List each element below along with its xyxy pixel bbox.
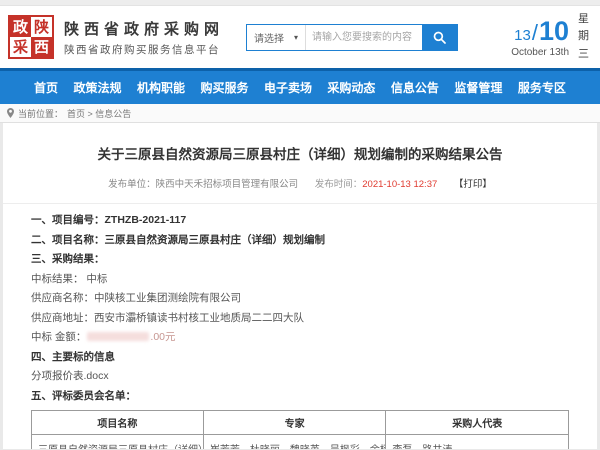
header-project-name: 项目名称 — [32, 411, 204, 435]
date-numeric: 13 / 10 — [511, 16, 569, 47]
logo-char: 政 — [10, 17, 31, 37]
publish-time-label: 发布时间： — [315, 179, 363, 190]
weekday-label: 星期三 — [577, 11, 590, 62]
breadcrumb-path[interactable]: 首页 > 信息公告 — [67, 107, 131, 120]
nav-item-functions[interactable]: 机构职能 — [137, 79, 185, 96]
attachment-link[interactable]: 分项报价表.docx — [31, 371, 569, 382]
search-icon — [433, 31, 446, 44]
nav-item-home[interactable]: 首页 — [34, 79, 58, 96]
nav-item-e-market[interactable]: 电子卖场 — [264, 79, 312, 96]
search-button[interactable] — [422, 25, 457, 50]
nav-item-service-zone[interactable]: 服务专区 — [518, 79, 566, 96]
header-experts: 专家 — [203, 411, 386, 435]
date-english: October 13th — [511, 47, 569, 58]
site-header: 政 陕 采 西 陕西省政府采购网 陕西省政府购买服务信息平台 请选择 ▾ 13 … — [0, 6, 600, 68]
search-input[interactable] — [306, 25, 422, 50]
nav-item-procurement-news[interactable]: 采购动态 — [327, 79, 375, 96]
section-result-heading: 三、采购结果： — [31, 254, 569, 265]
publisher-value: 陕西中天禾招标项目管理有限公司 — [156, 179, 299, 190]
search-bar: 请选择 ▾ — [246, 24, 458, 51]
print-button[interactable]: 【打印】 — [454, 179, 492, 190]
date-separator: / — [532, 20, 538, 46]
publish-time-value: 2021-10-13 12:37 — [362, 179, 437, 190]
supplier-address-line: 供应商地址：西安市灞桥镇读书村核工业地质局二二四大队 — [31, 313, 569, 324]
logo-char: 采 — [10, 37, 31, 57]
date-numbers-block: 13 / 10 October 13th — [511, 16, 569, 58]
caret-down-icon: ▾ — [294, 33, 298, 42]
header-buyer-reps: 采购人代表 — [386, 411, 569, 435]
main-nav: 首页 政策法规 机构职能 购买服务 电子卖场 采购动态 信息公告 监督管理 服务… — [0, 68, 600, 104]
table-header-row: 项目名称 专家 采购人代表 — [32, 411, 569, 435]
nav-item-supervision[interactable]: 监督管理 — [454, 79, 502, 96]
section-subject-heading: 四、主要标的信息 — [31, 352, 569, 363]
breadcrumb: 当前位置： 首页 > 信息公告 — [0, 104, 600, 123]
logo-char: 西 — [31, 37, 52, 57]
location-pin-icon — [7, 108, 14, 118]
bid-result-line: 中标结果： 中标 — [31, 274, 569, 285]
site-logo[interactable]: 政 陕 采 西 — [8, 15, 54, 59]
section-project-name: 二、项目名称：三原县自然资源局三原县村庄（详细）规划编制 — [31, 235, 569, 246]
main-content-area: 关于三原县自然资源局三原县村庄（详细）规划编制的采购结果公告 发布单位：陕西中天… — [0, 123, 600, 449]
section-project-number: 一、项目编号：ZTHZB-2021-117 — [31, 215, 569, 226]
nav-item-purchase-services[interactable]: 购买服务 — [200, 79, 248, 96]
article-header: 关于三原县自然资源局三原县村庄（详细）规划编制的采购结果公告 发布单位：陕西中天… — [3, 123, 597, 204]
page-title: 关于三原县自然资源局三原县村庄（详细）规划编制的采购结果公告 — [23, 143, 577, 163]
publisher-label: 发布单位： — [108, 179, 156, 190]
committee-table: 项目名称 专家 采购人代表 三原县自然资源局三原县村庄（详细）规划编制 崔芳芳、… — [31, 410, 569, 449]
logo-char: 陕 — [31, 17, 52, 37]
supplier-name-line: 供应商名称：中陕核工业集团测绘院有限公司 — [31, 293, 569, 304]
nav-item-announcements[interactable]: 信息公告 — [391, 79, 439, 96]
bid-amount-line: 中标 金额： .00元 — [31, 332, 569, 343]
announcement-card: 关于三原县自然资源局三原县村庄（详细）规划编制的采购结果公告 发布单位：陕西中天… — [3, 123, 597, 449]
site-titles: 陕西省政府采购网 陕西省政府购买服务信息平台 — [64, 18, 224, 57]
date-widget: 13 / 10 October 13th 星期三 — [511, 11, 592, 62]
date-month: 10 — [539, 16, 569, 47]
amount-label: 中标 金额： — [31, 331, 86, 343]
nav-item-policies[interactable]: 政策法规 — [73, 79, 121, 96]
date-day: 13 — [514, 27, 531, 44]
article-body: 一、项目编号：ZTHZB-2021-117 二、项目名称：三原县自然资源局三原县… — [3, 204, 597, 449]
cell-project-name: 三原县自然资源局三原县村庄（详细）规划编制 — [32, 435, 204, 449]
table-row: 三原县自然资源局三原县村庄（详细）规划编制 崔芳芳、杜晓丽、魏晓英、吴枫彩、余杨… — [32, 435, 569, 449]
amount-suffix: .00元 — [150, 331, 175, 343]
site-subtitle: 陕西省政府购买服务信息平台 — [64, 42, 224, 57]
search-category-select[interactable]: 请选择 ▾ — [247, 25, 306, 50]
site-name: 陕西省政府采购网 — [64, 18, 224, 39]
search-select-label: 请选择 — [254, 30, 284, 45]
article-meta: 发布单位：陕西中天禾招标项目管理有限公司 发布时间：2021-10-13 12:… — [23, 176, 577, 190]
breadcrumb-label: 当前位置： — [18, 107, 63, 120]
section-committee-heading: 五、评标委员会名单： — [31, 391, 569, 402]
cell-experts: 崔芳芳、杜晓丽、魏晓英、吴枫彩、余杨文 — [203, 435, 386, 449]
redacted-amount-blur — [87, 332, 149, 341]
cell-buyer-reps: 李磊、路井涛 — [386, 435, 569, 449]
